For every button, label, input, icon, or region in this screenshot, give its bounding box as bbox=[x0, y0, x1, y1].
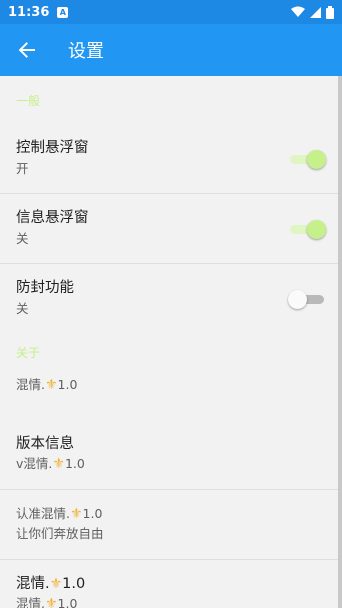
page-title: 设置 bbox=[68, 41, 104, 62]
bottom-title-version: 1.0 bbox=[62, 576, 86, 592]
version-info-title: 版本信息 bbox=[16, 436, 74, 452]
switch-thumb bbox=[307, 220, 326, 239]
arrow-left-icon bbox=[18, 42, 35, 58]
pref-summary: 关 bbox=[16, 301, 29, 316]
bottom-summary-version: 1.0 bbox=[57, 596, 78, 608]
bottom-summary-prefix: 混情. bbox=[16, 596, 45, 608]
bottom-title-prefix: 混情. bbox=[16, 576, 50, 592]
about-slogan[interactable]: 认准混情.⚜1.0 让你们奔放自由 bbox=[0, 490, 342, 560]
about-app-name-prefix: 混情. bbox=[16, 377, 45, 392]
pref-title: 防封功能 bbox=[16, 280, 74, 296]
version-info-number: 1.0 bbox=[64, 456, 85, 471]
recognize-line: 认准混情.⚜1.0 bbox=[16, 504, 326, 524]
fleur-de-lis-icon: ⚜ bbox=[44, 596, 58, 608]
scrollbar[interactable] bbox=[338, 76, 342, 608]
app-bar: 设置 bbox=[0, 24, 342, 76]
pref-info-overlay[interactable]: 信息悬浮窗 关 bbox=[0, 194, 342, 264]
bottom-summary: 混情.⚜1.0 bbox=[16, 594, 326, 608]
pref-control-overlay[interactable]: 控制悬浮窗 开 bbox=[0, 124, 342, 194]
back-button[interactable] bbox=[0, 24, 54, 76]
about-bottom-item[interactable]: 混情.⚜1.0 混情.⚜1.0 bbox=[0, 560, 342, 608]
anti-ban-switch[interactable] bbox=[288, 290, 324, 309]
about-version-info[interactable]: 版本信息 v混情.⚜1.0 bbox=[0, 420, 342, 490]
cell-signal-icon bbox=[310, 6, 321, 18]
switch-thumb bbox=[307, 150, 326, 169]
fleur-de-lis-icon: ⚜ bbox=[49, 576, 63, 592]
notification-icon: A bbox=[57, 6, 69, 18]
fleur-de-lis-icon: ⚜ bbox=[69, 506, 83, 522]
pref-anti-ban[interactable]: 防封功能 关 bbox=[0, 264, 342, 334]
settings-list: 一般 控制悬浮窗 开 信息悬浮窗 关 防封功能 关 关于 混情.⚜1.0 版本信… bbox=[0, 76, 342, 608]
fleur-de-lis-icon: ⚜ bbox=[44, 377, 58, 393]
switch-thumb bbox=[288, 290, 307, 309]
pref-title: 控制悬浮窗 bbox=[16, 140, 89, 156]
pref-summary: 开 bbox=[16, 161, 29, 176]
version-info-prefix: v混情. bbox=[16, 456, 53, 471]
info-overlay-switch[interactable] bbox=[290, 220, 326, 239]
recognize-prefix: 认准混情. bbox=[16, 506, 70, 521]
section-header-general: 一般 bbox=[16, 94, 41, 108]
about-app-version: 1.0 bbox=[57, 377, 78, 392]
section-header-about: 关于 bbox=[16, 346, 41, 360]
slogan-line: 让你们奔放自由 bbox=[16, 526, 104, 541]
fleur-de-lis-icon: ⚜ bbox=[52, 456, 65, 472]
control-overlay-switch[interactable] bbox=[290, 150, 326, 169]
status-bar: 11:36 A bbox=[0, 0, 342, 24]
bottom-title: 混情.⚜1.0 bbox=[16, 574, 326, 594]
status-icons bbox=[291, 5, 334, 19]
about-app-name[interactable]: 混情.⚜1.0 bbox=[0, 374, 342, 420]
pref-title: 信息悬浮窗 bbox=[16, 210, 89, 226]
version-info-summary: v混情.⚜1.0 bbox=[16, 454, 326, 474]
status-time: 11:36 bbox=[8, 4, 50, 20]
recognize-version: 1.0 bbox=[82, 506, 103, 521]
battery-icon bbox=[326, 5, 334, 19]
wifi-icon bbox=[291, 6, 305, 17]
pref-summary: 关 bbox=[16, 231, 29, 246]
